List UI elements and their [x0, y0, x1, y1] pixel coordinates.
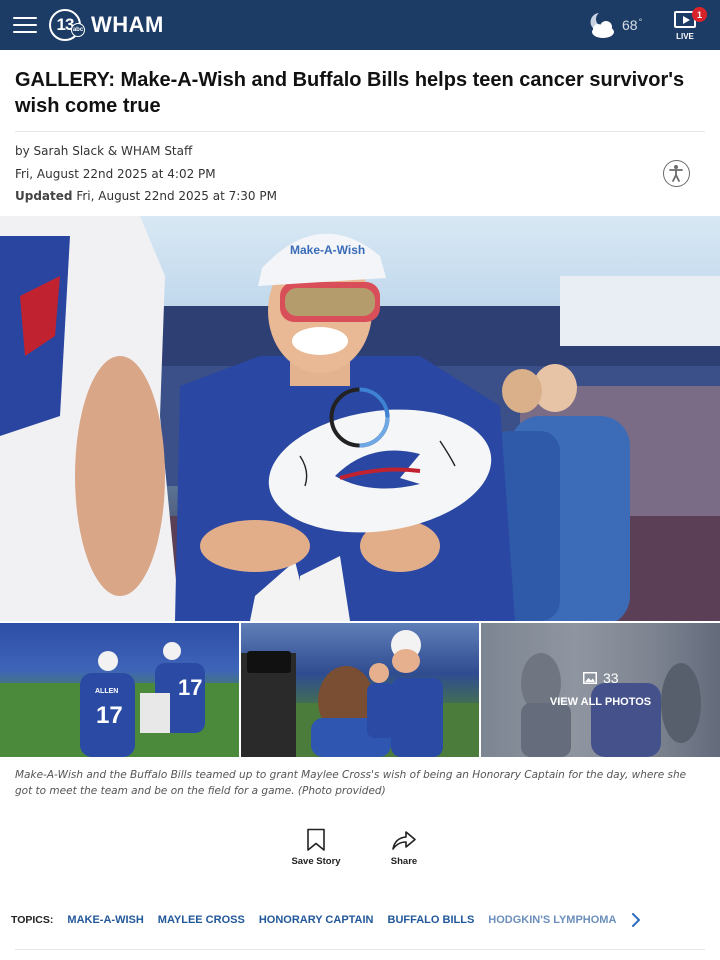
share-label: Share: [390, 856, 418, 867]
topic-link[interactable]: BUFFALO BILLS: [388, 914, 475, 926]
topic-link[interactable]: MAKE-A-WISH: [67, 914, 143, 926]
hamburger-menu-icon[interactable]: [13, 15, 37, 35]
share-button[interactable]: Share: [374, 828, 434, 872]
weather-temperature: 68°: [622, 17, 643, 33]
divider: [15, 949, 705, 950]
share-arrow-icon: [392, 831, 416, 850]
topics-label: TOPICS:: [11, 914, 54, 926]
photo-caption: Make-A-Wish and the Buffalo Bills teamed…: [15, 769, 687, 797]
thumbnail-1-jersey-name: ALLEN: [95, 688, 118, 695]
gallery-view-all-thumbnail[interactable]: 33 VIEW ALL PHOTOS: [481, 623, 720, 757]
topic-link[interactable]: HONORARY CAPTAIN: [259, 914, 374, 926]
gallery-main-photo[interactable]: Make-A-Wish: [0, 216, 720, 621]
loading-spinner-icon: [329, 387, 390, 448]
chevron-right-icon[interactable]: [629, 912, 643, 928]
view-all-photos-link[interactable]: VIEW ALL PHOTOS: [481, 696, 720, 708]
thumbnail-1-second-jersey-number: 17: [178, 675, 202, 700]
divider: [15, 131, 705, 132]
gallery-thumbnail-2[interactable]: [241, 623, 479, 757]
cap-logo-text: Make-A-Wish: [290, 243, 365, 257]
topic-link[interactable]: HODGKIN'S LYMPHOMA: [488, 914, 616, 926]
weather-widget[interactable]: 68°: [584, 10, 642, 40]
logo-network: abc: [71, 23, 85, 37]
logo-station-name: WHAM: [91, 12, 164, 37]
live-notification-badge: 1: [692, 7, 707, 22]
topics-bar: TOPICS: MAKE-A-WISH MAYLEE CROSS HONORAR…: [11, 913, 630, 927]
article-published-date: Fri, August 22nd 2025 at 4:02 PM: [15, 167, 216, 181]
thumbnail-1-jersey-number: 17: [96, 702, 123, 729]
live-label: LIVE: [676, 32, 694, 41]
logo-badge: 13 abc: [49, 9, 85, 41]
save-story-button[interactable]: Save Story: [286, 828, 346, 872]
thumbnail-2-image: [241, 630, 479, 757]
article-updated-date: Updated Fri, August 22nd 2025 at 7:30 PM: [15, 189, 277, 203]
site-logo[interactable]: 13 abc WHAM: [49, 9, 164, 41]
moon-cloud-icon: [590, 13, 614, 38]
article-byline: by Sarah Slack & WHAM Staff: [15, 144, 193, 158]
site-header: 13 abc WHAM 68° 1 LIVE: [0, 0, 720, 50]
photo-count: 33: [583, 670, 619, 686]
article-title: GALLERY: Make-A-Wish and Buffalo Bills h…: [15, 69, 685, 117]
thumbnail-1-image: ALLEN 17 17: [0, 642, 239, 757]
bookmark-icon: [307, 828, 325, 851]
gallery-image-icon: [583, 672, 597, 684]
view-all-overlay: [481, 623, 720, 757]
gallery-thumbnail-1[interactable]: ALLEN 17 17: [0, 623, 239, 757]
live-stream-button[interactable]: 1 LIVE: [672, 7, 707, 44]
accessibility-person-icon[interactable]: [663, 160, 690, 187]
save-story-label: Save Story: [291, 856, 341, 867]
topic-link[interactable]: MAYLEE CROSS: [158, 914, 245, 926]
